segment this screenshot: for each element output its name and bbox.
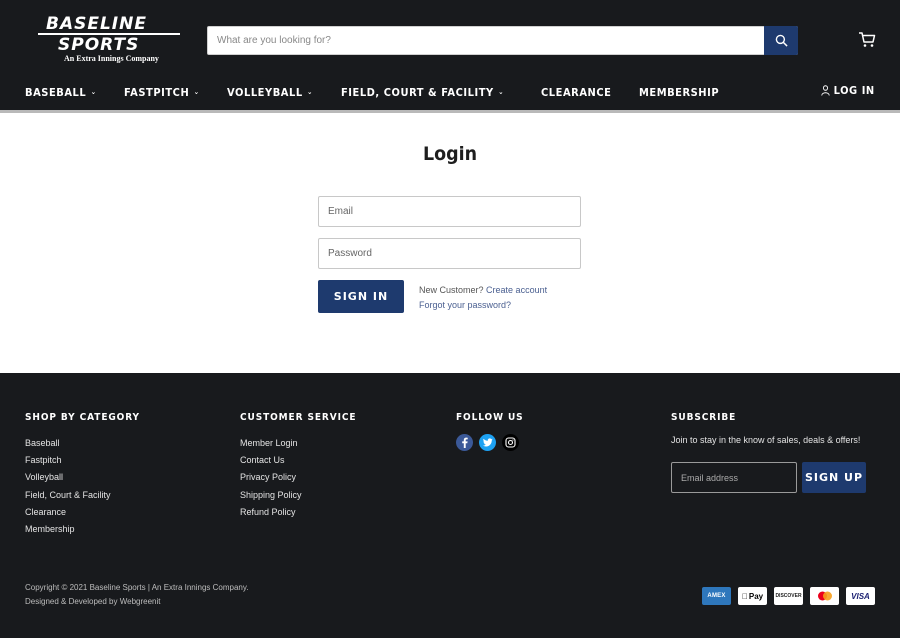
designer-credit: Designed & Developed by Webgreenit	[25, 596, 161, 606]
payment-methods: AMEX Pay DISCOVER mastercard VISA	[702, 587, 875, 605]
page-title: Login	[422, 143, 478, 165]
footer-link-fastpitch[interactable]: Fastpitch	[25, 452, 153, 469]
create-account-link[interactable]: Create account	[486, 285, 547, 295]
login-label: LOG IN	[833, 84, 875, 97]
nav-item-clearance[interactable]: CLEARANCE	[541, 86, 611, 99]
logo-line-2: SPORTS	[58, 35, 140, 55]
facebook-icon[interactable]	[456, 434, 473, 451]
search-input[interactable]	[208, 27, 765, 54]
footer-link-contact-us[interactable]: Contact Us	[240, 452, 369, 469]
social-links	[456, 434, 531, 451]
footer-link-privacy-policy[interactable]: Privacy Policy	[240, 469, 369, 486]
new-customer-text: New Customer?	[419, 285, 484, 295]
nav-item-fastpitch[interactable]: FASTPITCH ⌄	[124, 86, 200, 99]
nav-item-label: BASEBALL	[25, 85, 87, 99]
cart-icon[interactable]	[858, 31, 878, 49]
nav-item-field-court-facility[interactable]: FIELD, COURT & FACILITY ⌄	[341, 86, 504, 99]
footer-subscribe-column: SUBSCRIBE Join to stay in the know of sa…	[671, 412, 866, 493]
logo-line-1: BASELINE	[46, 14, 147, 34]
chevron-down-icon: ⌄	[306, 88, 313, 96]
site-header: BASELINE SPORTS An Extra Innings Company…	[0, 0, 900, 112]
password-field-wrapper	[318, 238, 581, 269]
subscribe-email-field[interactable]	[672, 463, 796, 492]
main-nav: BASEBALL ⌄ FASTPITCH ⌄ VOLLEYBALL ⌄ FIELD, …	[25, 84, 747, 100]
site-footer: SHOP BY CATEGORY Baseball Fastpitch Voll…	[0, 373, 900, 638]
mastercard-icon: mastercard	[810, 587, 839, 605]
search-button[interactable]	[764, 26, 798, 55]
password-field[interactable]	[319, 239, 580, 268]
discover-icon: DISCOVER	[774, 587, 803, 605]
footer-heading: SUBSCRIBE	[671, 412, 737, 423]
forgot-password-link[interactable]: Forgot your password?	[419, 300, 511, 310]
footer-service-column: CUSTOMER SERVICE Member Login Contact Us…	[240, 412, 369, 521]
nav-item-label: MEMBERSHIP	[638, 85, 719, 99]
nav-item-baseball[interactable]: BASEBALL ⌄	[25, 86, 97, 99]
footer-link-volleyball[interactable]: Volleyball	[25, 469, 153, 486]
sign-up-button[interactable]: SIGN UP	[802, 462, 866, 493]
footer-link-shipping-policy[interactable]: Shipping Policy	[240, 487, 369, 504]
footer-heading: CUSTOMER SERVICE	[240, 412, 357, 423]
login-link[interactable]: LOG IN	[821, 84, 875, 97]
email-field-wrapper	[318, 196, 581, 227]
nav-item-label: FASTPITCH	[123, 85, 189, 99]
brand-logo[interactable]: BASELINE SPORTS An Extra Innings Company	[38, 14, 180, 66]
amex-icon: AMEX	[702, 587, 731, 605]
footer-shop-column: SHOP BY CATEGORY Baseball Fastpitch Voll…	[25, 412, 153, 538]
search-bar	[207, 26, 798, 55]
twitter-icon[interactable]	[479, 434, 496, 451]
chevron-down-icon: ⌄	[193, 88, 200, 96]
chevron-down-icon: ⌄	[90, 88, 97, 96]
footer-link-membership[interactable]: Membership	[25, 521, 153, 538]
apple-pay-icon: Pay	[738, 587, 767, 605]
nav-item-label: FIELD, COURT & FACILITY	[341, 85, 494, 99]
footer-link-member-login[interactable]: Member Login	[240, 435, 369, 452]
email-field[interactable]	[319, 197, 580, 226]
sign-in-button[interactable]: SIGN IN	[318, 280, 404, 313]
footer-link-refund-policy[interactable]: Refund Policy	[240, 504, 369, 521]
logo-tagline: An Extra Innings Company	[64, 54, 159, 63]
instagram-icon[interactable]	[502, 434, 519, 451]
user-icon	[821, 85, 830, 96]
visa-icon: VISA	[846, 587, 875, 605]
subscribe-description: Join to stay in the know of sales, deals…	[671, 435, 861, 445]
nav-item-volleyball[interactable]: VOLLEYBALL ⌄	[227, 86, 313, 99]
nav-item-membership[interactable]: MEMBERSHIP	[639, 86, 719, 99]
nav-item-label: CLEARANCE	[541, 85, 612, 99]
copyright: Copyright © 2021 Baseline Sports | An Ex…	[25, 581, 249, 608]
account-links: New Customer? Create account Forgot your…	[419, 283, 547, 313]
footer-link-clearance[interactable]: Clearance	[25, 504, 153, 521]
footer-heading: SHOP BY CATEGORY	[25, 412, 140, 423]
copyright-line: Copyright © 2021 Baseline Sports | An Ex…	[25, 583, 249, 592]
search-icon	[775, 34, 788, 47]
footer-follow-column: FOLLOW US	[456, 412, 531, 451]
footer-link-baseball[interactable]: Baseball	[25, 435, 153, 452]
header-divider	[0, 110, 900, 113]
footer-heading: FOLLOW US	[456, 412, 524, 423]
chevron-down-icon: ⌄	[498, 88, 505, 96]
nav-item-label: VOLLEYBALL	[226, 85, 303, 99]
subscribe-email-wrapper	[671, 462, 797, 493]
footer-link-field-court-facility[interactable]: Field, Court & Facility	[25, 487, 153, 504]
